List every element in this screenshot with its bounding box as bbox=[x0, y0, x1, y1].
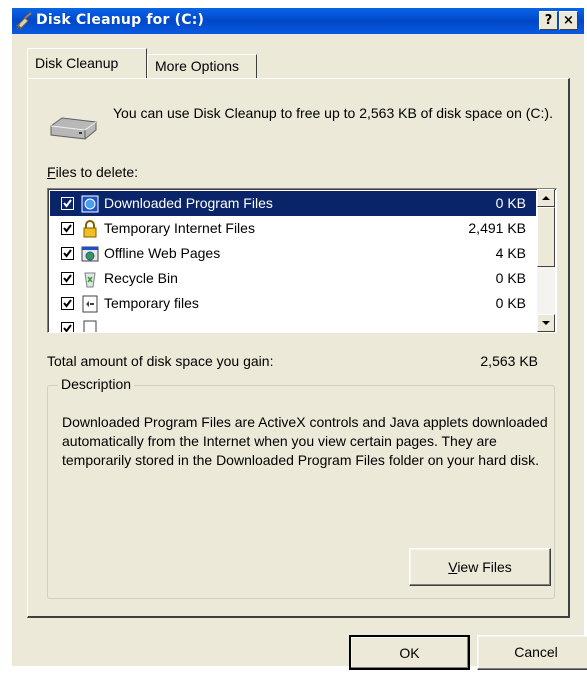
tab-disk-cleanup-label: Disk Cleanup bbox=[35, 55, 119, 71]
tab-more-options[interactable]: More Options bbox=[147, 54, 257, 78]
window-title: Disk Cleanup for (C:) bbox=[36, 12, 205, 28]
cancel-button[interactable]: Cancel bbox=[477, 635, 587, 670]
tab-panel bbox=[27, 78, 570, 618]
close-button[interactable]: × bbox=[559, 11, 578, 30]
tab-disk-cleanup[interactable]: Disk Cleanup bbox=[27, 48, 147, 78]
help-button[interactable]: ? bbox=[539, 11, 558, 30]
broom-icon bbox=[16, 12, 32, 30]
title-bar[interactable]: Disk Cleanup for (C:) ? × bbox=[12, 8, 584, 34]
ok-button[interactable]: OK bbox=[349, 635, 470, 670]
disk-cleanup-window: Disk Cleanup for (C:) ? × Disk Cleanup M… bbox=[12, 8, 587, 670]
tab-more-options-label: More Options bbox=[155, 58, 240, 74]
